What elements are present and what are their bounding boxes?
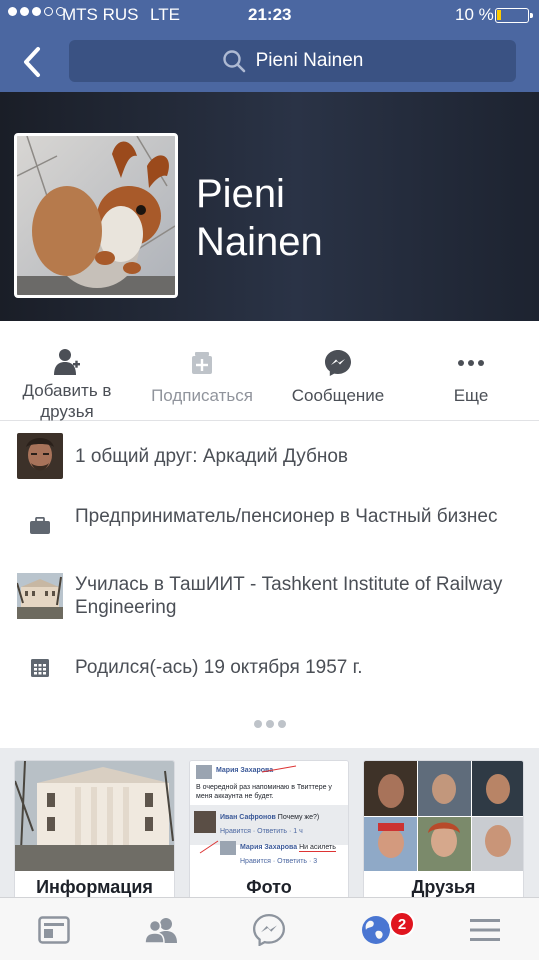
- friend-requests-icon: [144, 918, 177, 944]
- education-row[interactable]: Училась в ТашИИТ - Tashkent Institute of…: [0, 571, 539, 621]
- carrier-label: MTS RUS: [62, 5, 139, 24]
- profile-sections: Информация Мария Захарова В очередной ра…: [0, 749, 539, 900]
- search-field[interactable]: Pieni Nainen: [69, 40, 516, 82]
- more-button[interactable]: Еще: [420, 321, 522, 421]
- menu-icon: [470, 919, 500, 941]
- friends-card[interactable]: Друзья: [363, 760, 524, 900]
- tab-bar: [0, 897, 539, 960]
- school-photo: [17, 573, 63, 619]
- news-feed-icon: [38, 916, 70, 944]
- person-photo: [17, 433, 63, 479]
- clock: 21:23: [248, 5, 292, 24]
- info-photo: [15, 761, 174, 871]
- calendar-icon: [17, 645, 63, 691]
- add-friend-icon: [54, 349, 80, 375]
- tab-friend-requests[interactable]: [143, 912, 179, 948]
- work-row: Предприниматель/пенсионер в Частный бизн…: [0, 501, 539, 551]
- follow-icon: [192, 352, 212, 374]
- follow-button[interactable]: Подписаться: [140, 321, 264, 421]
- chevron-left-icon: [24, 47, 40, 77]
- notifications-badge: 2: [389, 911, 415, 937]
- nav-bar: Pieni Nainen: [0, 30, 539, 92]
- mutual-friends-row[interactable]: 1 общий друг: Аркадий Дубнов: [0, 431, 539, 481]
- cover-photo: Pieni Nainen: [0, 92, 539, 321]
- status-bar: MTS RUS LTE 21:23 10 %: [0, 0, 539, 30]
- intro-details: 1 общий друг: Аркадий Дубнов Предпринима…: [0, 421, 539, 748]
- friends-photo-grid: [364, 761, 523, 871]
- signal-strength-icon: [8, 7, 65, 16]
- messenger-icon: [325, 350, 351, 376]
- messenger-tab-icon: [253, 914, 285, 946]
- network-label: LTE: [150, 5, 180, 24]
- add-friend-button[interactable]: Добавить в друзья: [12, 321, 122, 421]
- message-button[interactable]: Сообщение: [280, 321, 396, 421]
- battery-percent: 10 %: [455, 5, 494, 24]
- globe-icon: [362, 916, 390, 944]
- more-icon: [458, 360, 484, 366]
- tab-notifications[interactable]: [358, 912, 394, 948]
- search-icon: [222, 50, 245, 73]
- tab-messenger[interactable]: [251, 912, 287, 948]
- profile-actions: Добавить в друзья Подписаться Сообщение: [0, 321, 539, 421]
- briefcase-icon: [17, 503, 63, 549]
- photos-card[interactable]: Мария Захарова В очередной раз напоминаю…: [189, 760, 349, 900]
- mutual-friend-avatar: [17, 433, 63, 479]
- profile-picture[interactable]: [14, 133, 178, 298]
- tab-news-feed[interactable]: [36, 912, 72, 948]
- info-card[interactable]: Информация: [14, 760, 175, 900]
- photo-preview: Мария Захарова В очередной раз напоминаю…: [190, 761, 348, 871]
- battery-icon: [495, 8, 533, 23]
- back-button[interactable]: [18, 45, 48, 79]
- squirrel-photo: [17, 136, 175, 295]
- tab-menu[interactable]: [467, 912, 503, 948]
- profile-name: Pieni Nainen: [196, 172, 323, 264]
- birthday-row: Родился(-ась) 19 октября 1957 г.: [0, 643, 539, 693]
- see-more-dots-icon[interactable]: [254, 720, 286, 728]
- search-text: Pieni Nainen: [255, 50, 364, 71]
